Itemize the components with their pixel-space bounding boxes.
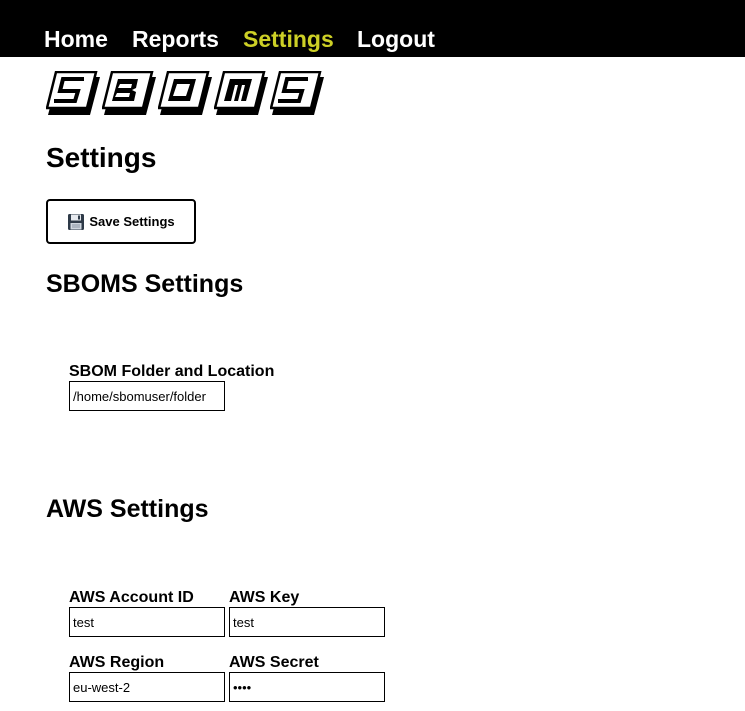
save-settings-button[interactable]: Save Settings xyxy=(46,199,196,244)
nav-link-settings[interactable]: Settings xyxy=(243,24,334,54)
save-settings-label: Save Settings xyxy=(89,214,175,229)
sbom-folder-input[interactable] xyxy=(69,381,225,411)
aws-key-label: AWS Key xyxy=(229,589,300,606)
sboms-settings-heading: SBOMS Settings xyxy=(46,270,244,298)
floppy-disk-icon xyxy=(68,213,85,230)
aws-account-id-input[interactable] xyxy=(69,607,225,637)
aws-region-input[interactable] xyxy=(69,672,225,702)
logo-letter-m xyxy=(214,71,268,115)
aws-settings-heading: AWS Settings xyxy=(46,495,209,523)
logo-letter-b xyxy=(102,71,156,115)
logo-letter-o xyxy=(158,71,212,115)
nav-link-reports[interactable]: Reports xyxy=(132,24,219,54)
nav-link-logout[interactable]: Logout xyxy=(357,24,435,54)
aws-key-input[interactable] xyxy=(229,607,385,637)
sboms-logo xyxy=(46,71,332,117)
logo-letter-s xyxy=(46,71,100,115)
top-nav-bar: Home Reports Settings Logout xyxy=(0,0,745,57)
logo-letter-s-2 xyxy=(270,71,324,115)
sbom-folder-label: SBOM Folder and Location xyxy=(69,363,275,380)
aws-account-id-label: AWS Account ID xyxy=(69,589,194,606)
aws-secret-input[interactable] xyxy=(229,672,385,702)
page-title: Settings xyxy=(46,142,157,173)
aws-secret-label: AWS Secret xyxy=(229,654,319,671)
nav-link-home[interactable]: Home xyxy=(44,24,108,54)
aws-region-label: AWS Region xyxy=(69,654,165,671)
